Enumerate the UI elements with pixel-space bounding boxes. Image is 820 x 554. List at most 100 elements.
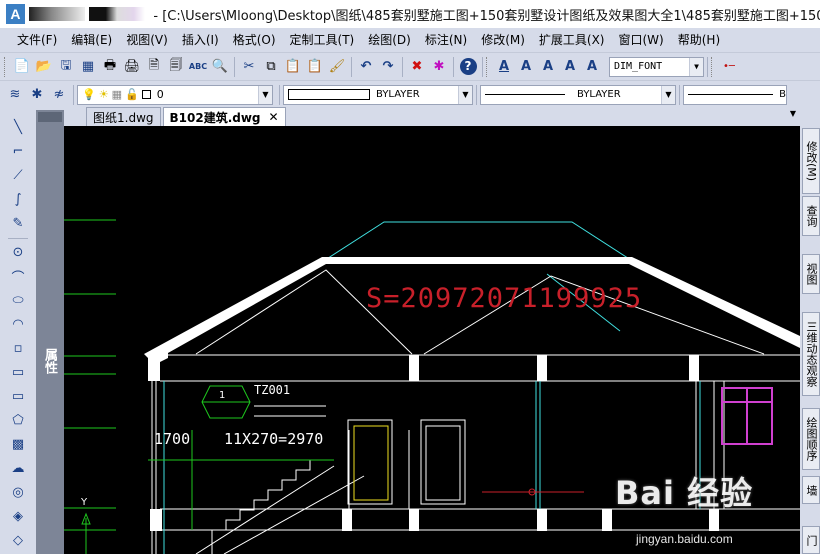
tab-door[interactable]: 门 <box>802 526 820 554</box>
purge-icon[interactable]: ✱ <box>428 56 450 78</box>
tab-wall[interactable]: 墙 <box>802 476 820 504</box>
text-icon[interactable]: A <box>515 56 537 78</box>
sketch-icon[interactable]: ✎ <box>7 212 29 234</box>
menu-item[interactable]: 扩展工具(X) <box>532 31 612 48</box>
tab-query[interactable]: 查询 <box>802 196 820 236</box>
menu-item[interactable]: 标注(N) <box>418 31 474 48</box>
paste-special-icon[interactable]: 📋 <box>304 56 326 78</box>
dimension-label-1: 1700 <box>154 430 190 448</box>
copy-icon[interactable]: ⧉ <box>260 56 282 78</box>
text-style-icon[interactable]: A <box>493 56 515 78</box>
redo-icon[interactable]: ↷ <box>377 56 399 78</box>
tab-label: 门 <box>805 534 818 546</box>
menu-item[interactable]: 窗口(W) <box>612 31 671 48</box>
mtext-icon[interactable]: A <box>537 56 559 78</box>
tab-modify[interactable]: 修改(M) <box>802 128 820 194</box>
menu-item[interactable]: 格式(O) <box>226 31 283 48</box>
separator <box>279 84 280 105</box>
tab-label: 视图 <box>805 263 818 285</box>
layer-select[interactable]: 💡 ☀ ▦ 🔓 0 ▼ <box>77 84 273 105</box>
rectangle-icon[interactable]: ▭ <box>7 385 29 407</box>
print-icon[interactable]: 🖨 <box>121 56 143 78</box>
tab-3d-orbit[interactable]: 三维动态观察 <box>802 312 820 396</box>
spline-icon[interactable]: ∫ <box>7 188 29 210</box>
region-icon[interactable]: ◈ <box>7 505 29 527</box>
menu-item[interactable]: 绘图(D) <box>361 31 418 48</box>
blurred-region <box>28 7 86 21</box>
print-preview-icon[interactable]: 🖶 <box>99 56 121 78</box>
ellipse-icon[interactable]: ⬭ <box>7 289 29 311</box>
find-icon[interactable]: 🔍 <box>209 56 231 78</box>
tab-view[interactable]: 视图 <box>802 254 820 294</box>
revcloud-icon[interactable]: ☁ <box>7 457 29 479</box>
layer-previous-icon[interactable]: ≉ <box>48 84 70 106</box>
point-icon[interactable]: ▫ <box>7 337 29 359</box>
toolbar-grip[interactable] <box>4 56 7 77</box>
line-icon[interactable]: ╲ <box>7 116 29 138</box>
layer-manager-icon[interactable]: ≋ <box>4 84 26 106</box>
menu-item[interactable]: 修改(M) <box>474 31 532 48</box>
help-icon[interactable]: ? <box>457 56 479 78</box>
tab-list-icon[interactable]: ▼ <box>790 109 796 118</box>
close-icon[interactable]: ✕ <box>269 110 279 124</box>
paste-icon[interactable]: 📋 <box>282 56 304 78</box>
save-all-icon[interactable]: ▦ <box>77 56 99 78</box>
linetype-select[interactable]: BYLAYER ▼ <box>480 84 676 105</box>
wipeout-icon[interactable]: ▭ <box>7 361 29 383</box>
properties-label: 属性 <box>42 348 57 374</box>
polygon-icon[interactable]: ⬠ <box>7 409 29 431</box>
donut-icon[interactable]: ◎ <box>7 481 29 503</box>
separator <box>351 56 352 77</box>
publish-icon[interactable]: 🗐 <box>165 56 187 78</box>
open-icon[interactable]: 📂 <box>33 56 55 78</box>
color-select[interactable]: BYLAYER ▼ <box>283 84 473 105</box>
roof-outline <box>321 221 635 332</box>
menu-item[interactable]: 帮助(H) <box>671 31 727 48</box>
separator <box>8 238 28 239</box>
ellipse-arc-icon[interactable]: ◠ <box>7 313 29 335</box>
find-text-icon[interactable]: A <box>581 56 603 78</box>
arc-icon[interactable]: ⌒ <box>7 265 29 287</box>
hatch-icon[interactable]: ▩ <box>7 433 29 455</box>
separator <box>453 56 454 77</box>
plot-icon[interactable]: 🗎 <box>143 56 165 78</box>
menu-item[interactable]: 文件(F) <box>10 31 64 48</box>
chevron-down-icon[interactable]: ▼ <box>258 85 272 104</box>
cut-icon[interactable]: ✂ <box>238 56 260 78</box>
xline-icon[interactable]: ⟋ <box>7 164 29 186</box>
text-style-select[interactable]: DIM_FONT ▼ <box>609 56 704 77</box>
tab-draw-order[interactable]: 绘图顺序 <box>802 408 820 470</box>
menu-item[interactable]: 定制工具(T) <box>283 31 362 48</box>
boundary-icon[interactable]: ◇ <box>7 529 29 551</box>
layer-value: 0 <box>156 88 164 101</box>
save-icon[interactable]: 🖫 <box>55 56 77 78</box>
window-title: - [C:\Users\Mloong\Desktop\图纸\485套别墅施工图+… <box>153 8 820 24</box>
dimension-label-2: 11X270=2970 <box>224 430 323 448</box>
linetype-preview <box>485 94 565 95</box>
erase-icon[interactable]: ✖ <box>406 56 428 78</box>
menu-item[interactable]: 视图(V) <box>119 31 175 48</box>
chevron-down-icon[interactable]: ▼ <box>458 85 472 104</box>
chevron-down-icon[interactable]: ▼ <box>661 85 675 104</box>
menu-item[interactable]: 插入(I) <box>175 31 226 48</box>
light-bulb-icon: 💡 <box>82 88 96 101</box>
match-properties-icon[interactable]: 🖌 <box>326 56 348 78</box>
y-axis-marker <box>81 512 91 554</box>
spellcheck-icon[interactable]: ABC <box>187 56 209 78</box>
menu-bar: 文件(F) 编辑(E) 视图(V) 插入(I) 格式(O) 定制工具(T) 绘图(D) 标注(… <box>0 28 820 50</box>
circle-icon[interactable]: ⊙ <box>7 241 29 263</box>
tab-drawing-2[interactable]: B102建筑.dwg ✕ <box>162 107 286 126</box>
new-icon[interactable]: 📄 <box>11 56 33 78</box>
edit-text-icon[interactable]: A <box>559 56 581 78</box>
dimension-icon[interactable]: •─ <box>718 56 740 78</box>
tab-drawing-1[interactable]: 图纸1.dwg <box>86 107 161 126</box>
toolbar-grip[interactable] <box>486 56 489 77</box>
undo-icon[interactable]: ↶ <box>355 56 377 78</box>
layer-state-icon[interactable]: ✱ <box>26 84 48 106</box>
polyline-icon[interactable]: ⌐ <box>7 140 29 162</box>
chevron-down-icon[interactable]: ▼ <box>689 57 703 76</box>
lineweight-select[interactable]: B <box>683 84 787 105</box>
properties-panel[interactable]: 属性 <box>36 110 64 554</box>
toolbar-grip[interactable] <box>711 56 714 77</box>
menu-item[interactable]: 编辑(E) <box>64 31 119 48</box>
